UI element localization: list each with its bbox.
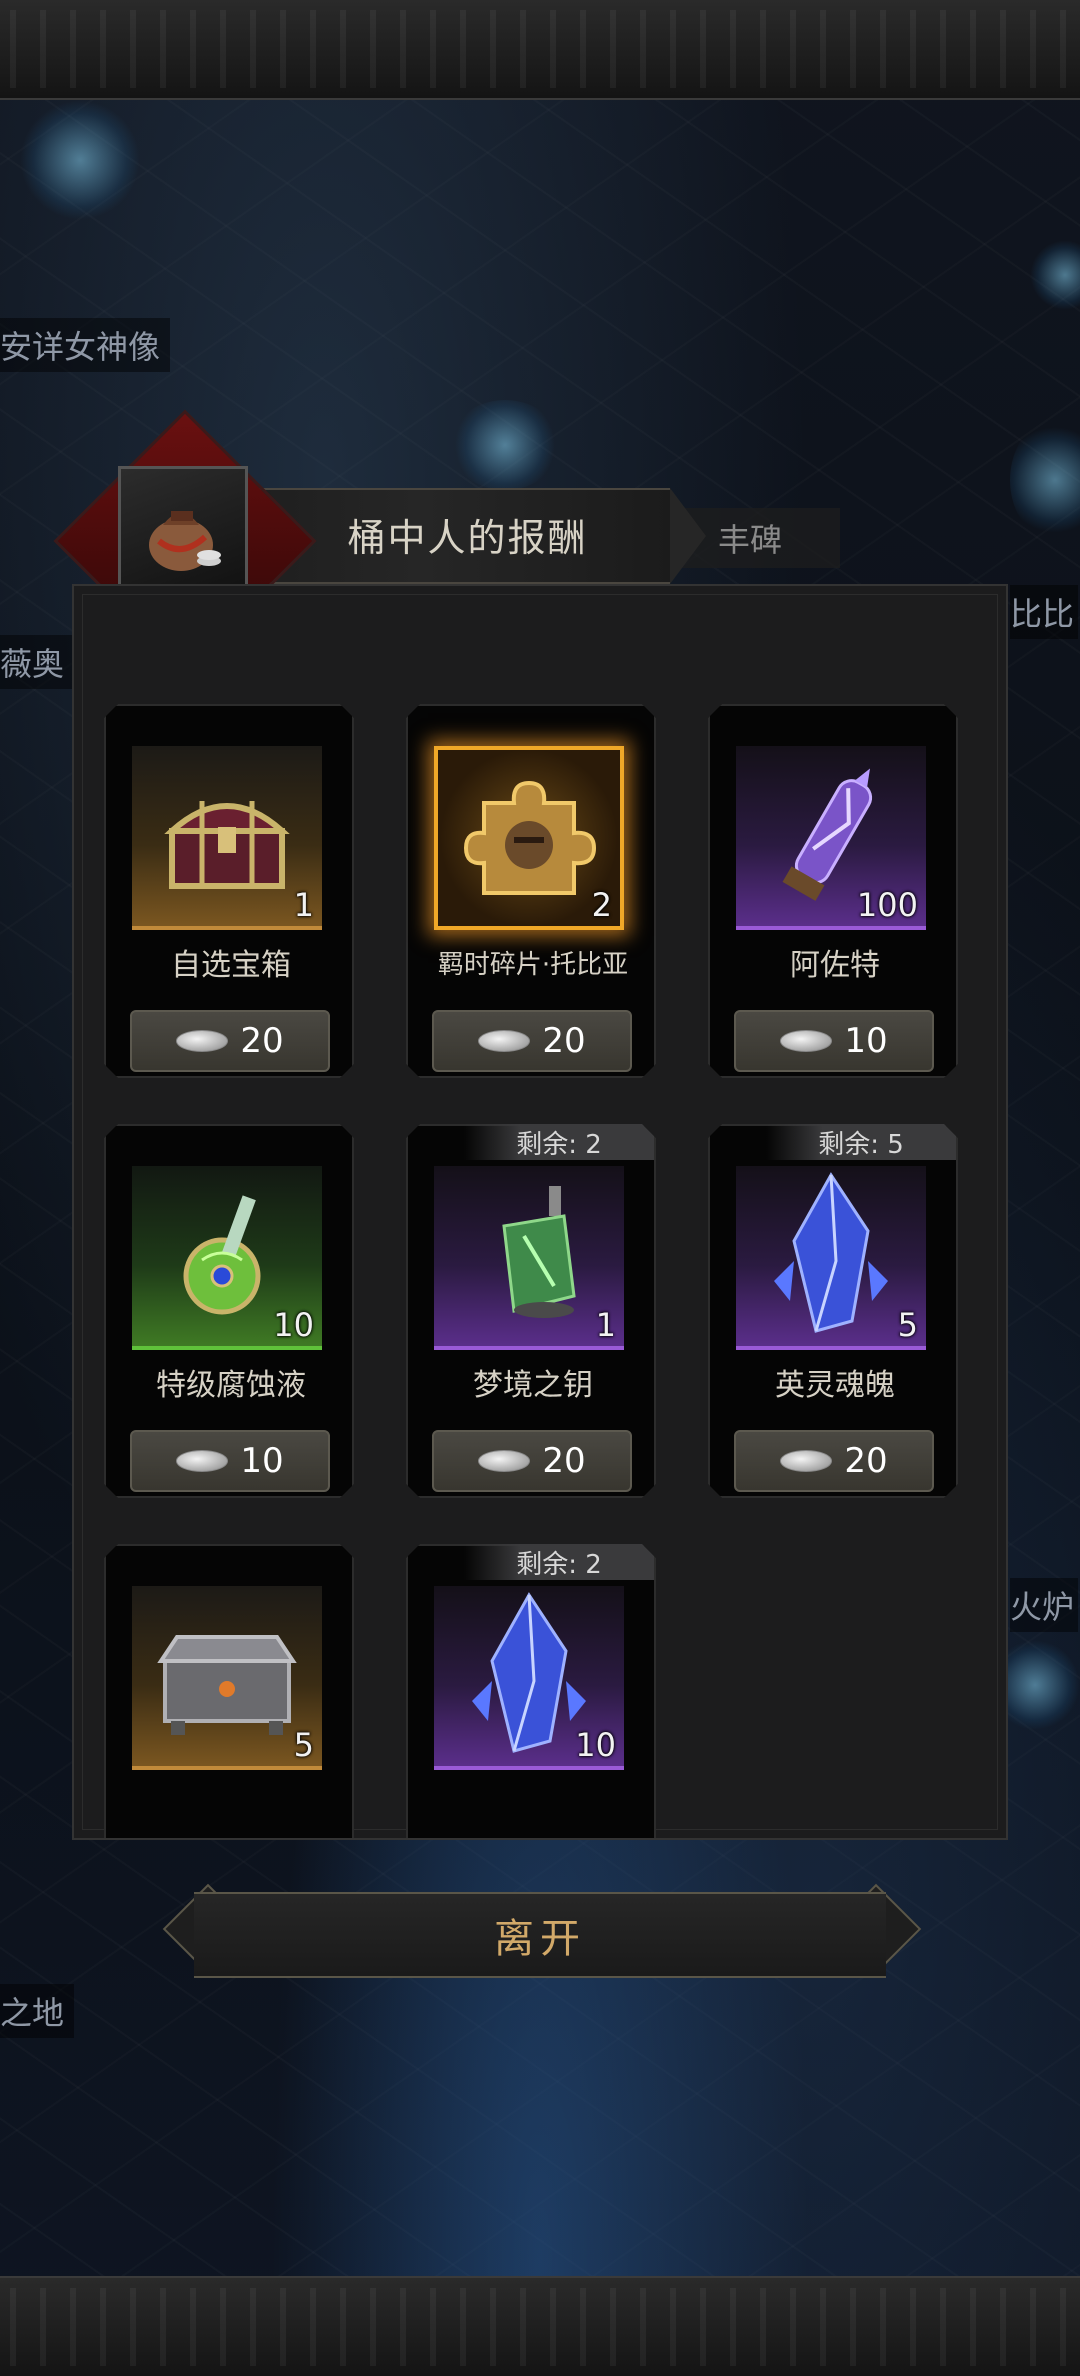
item-frame: 1: [434, 1166, 624, 1350]
map-label[interactable]: 比比: [1010, 585, 1079, 639]
remaining-count: 剩余: 2: [464, 1124, 654, 1160]
buy-button[interactable]: 20: [734, 1430, 934, 1492]
item-quantity: 100: [856, 886, 918, 924]
map-label[interactable]: 安详女神像: [0, 318, 171, 372]
buy-button[interactable]: 20: [432, 1430, 632, 1492]
item-frame: 10: [434, 1586, 624, 1770]
top-decorative-bar: [0, 0, 1080, 100]
leave-button[interactable]: 离开: [194, 1892, 886, 1978]
item-name: 羁时碎片·托比亚: [437, 950, 629, 980]
item-quantity: 1: [595, 1306, 616, 1344]
shop-item-card[interactable]: 剩余: 5 5 英灵魂魄 20: [708, 1124, 958, 1498]
buy-button[interactable]: 10: [130, 1430, 330, 1492]
item-name: 梦境之钥: [473, 1368, 593, 1403]
price-value: 20: [542, 1021, 586, 1061]
shop-item-card[interactable]: 5: [104, 1544, 354, 1838]
shop-item-card[interactable]: 1 自选宝箱 20: [104, 704, 354, 1078]
item-quantity: 1: [293, 886, 314, 924]
item-frame: 5: [132, 1586, 322, 1770]
shop-item-card[interactable]: 剩余: 2 10: [406, 1544, 656, 1838]
item-quantity: 2: [591, 886, 612, 924]
map-label[interactable]: 之地: [0, 1984, 75, 2038]
item-frame: 2: [434, 746, 624, 930]
item-frame: 5: [736, 1166, 926, 1350]
price-value: 20: [542, 1441, 586, 1481]
silver-coin-icon: [478, 1030, 531, 1052]
bottom-decorative-bar: [0, 2276, 1080, 2376]
coin-bag-icon: [118, 466, 248, 596]
price-value: 10: [240, 1441, 284, 1481]
price-value: 20: [844, 1441, 888, 1481]
item-name: 阿佐特: [790, 948, 880, 983]
item-frame: 1: [132, 746, 322, 930]
remaining-count: 剩余: 5: [766, 1124, 956, 1160]
silver-coin-icon: [780, 1450, 833, 1472]
silver-coin-icon: [176, 1030, 229, 1052]
buy-button[interactable]: 10: [734, 1010, 934, 1072]
reward-panel: 1 自选宝箱 20 2 羁时碎片·托比亚 20 100 阿佐特 10 10 特级腐蚀液 10 剩余: 2…: [72, 584, 1008, 1840]
price-value: 20: [240, 1021, 284, 1061]
item-name: 特级腐蚀液: [156, 1368, 306, 1403]
item-quantity: 10: [273, 1306, 314, 1344]
item-quantity: 5: [293, 1726, 314, 1764]
remaining-count: 剩余: 2: [464, 1544, 654, 1580]
item-name: 自选宝箱: [171, 948, 291, 983]
map-light: [20, 100, 140, 220]
buy-button[interactable]: 20: [432, 1010, 632, 1072]
map-label[interactable]: 薇奥: [0, 635, 75, 689]
buy-button[interactable]: 20: [130, 1010, 330, 1072]
item-quantity: 5: [897, 1306, 918, 1344]
map-label[interactable]: 火炉: [1010, 1578, 1079, 1632]
item-frame: 10: [132, 1166, 322, 1350]
shop-item-card[interactable]: 100 阿佐特 10: [708, 704, 958, 1078]
item-frame: 100: [736, 746, 926, 930]
silver-coin-icon: [478, 1450, 531, 1472]
shop-item-card[interactable]: 10 特级腐蚀液 10: [104, 1124, 354, 1498]
item-quantity: 10: [575, 1726, 616, 1764]
item-name: 英灵魂魄: [775, 1368, 895, 1403]
silver-coin-icon: [176, 1450, 229, 1472]
price-value: 10: [844, 1021, 888, 1061]
map-light: [450, 400, 560, 490]
shop-item-card[interactable]: 2 羁时碎片·托比亚 20: [406, 704, 656, 1078]
silver-coin-icon: [780, 1030, 833, 1052]
shop-item-card[interactable]: 剩余: 2 1 梦境之钥 20: [406, 1124, 656, 1498]
